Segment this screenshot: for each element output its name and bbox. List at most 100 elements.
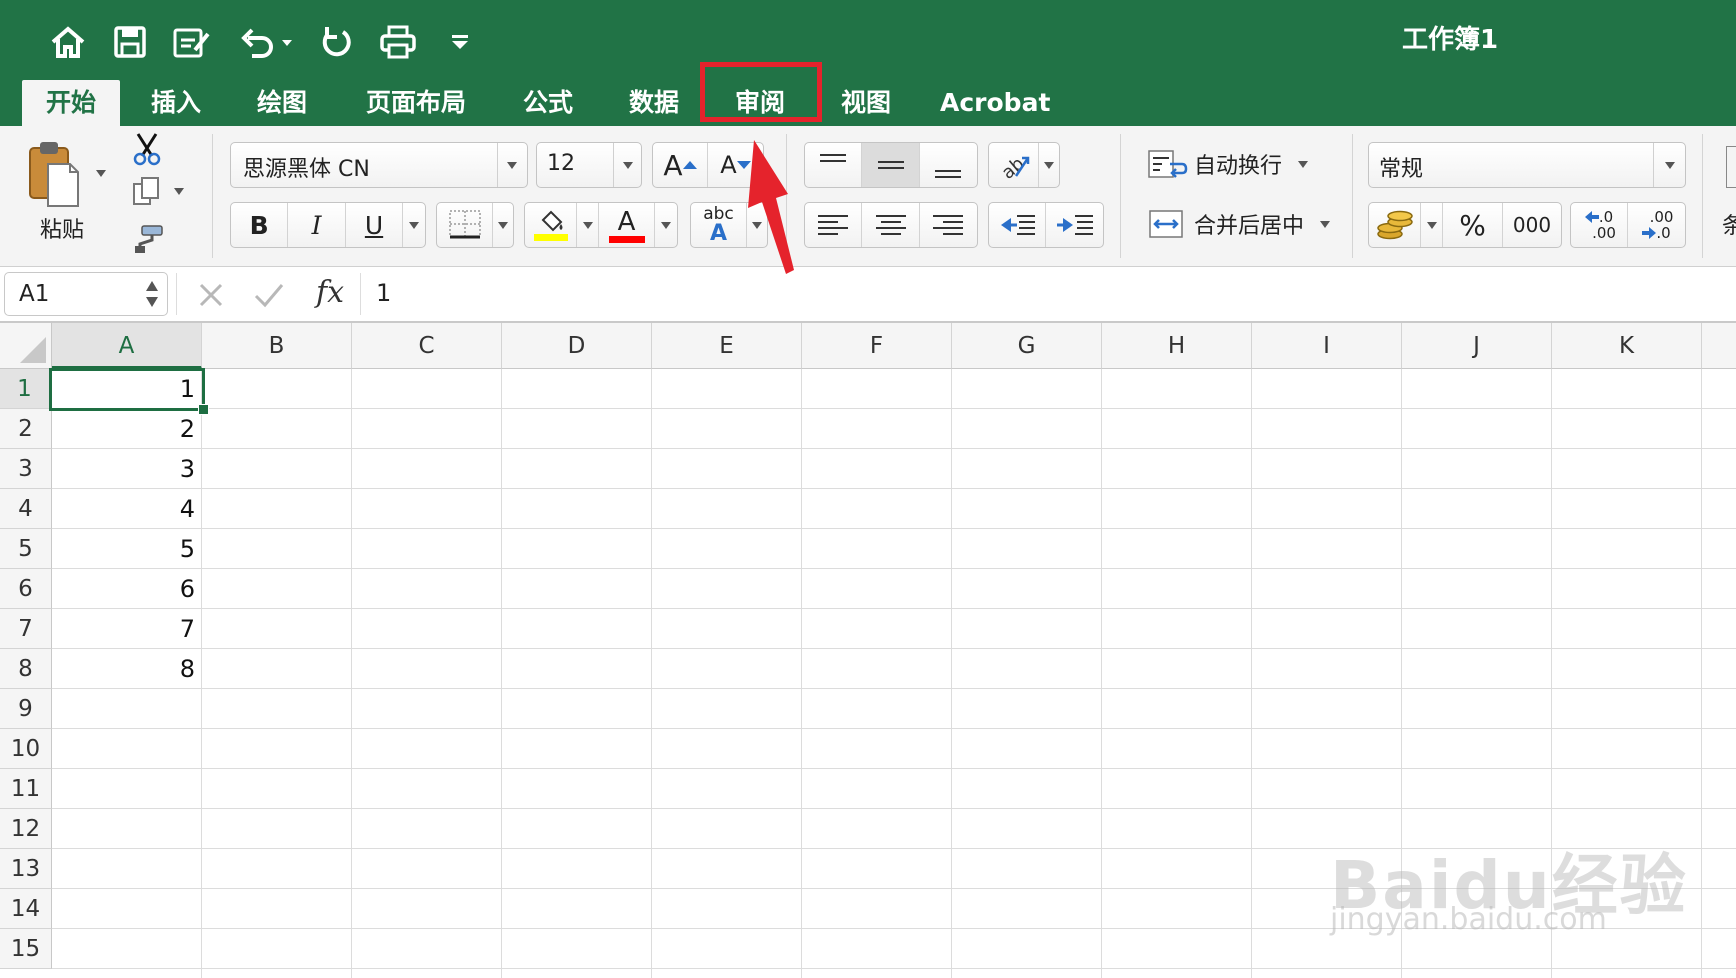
wrap-text-dropdown-icon[interactable] xyxy=(1298,160,1309,168)
font-color-dropdown[interactable] xyxy=(655,203,677,247)
accounting-format-dropdown[interactable] xyxy=(1421,203,1443,247)
increase-decimal-button[interactable]: .0 .00 xyxy=(1571,203,1629,247)
edit-icon[interactable] xyxy=(170,20,214,64)
conditional-format-icon[interactable] xyxy=(1726,146,1736,188)
select-all-button[interactable] xyxy=(0,323,52,369)
title-bar: 工作簿1 开始 插入 绘图 页面布局 公式 数据 审阅 视图 Acrobat xyxy=(0,0,1736,126)
column-header-i[interactable]: I xyxy=(1252,323,1402,369)
tab-insert[interactable]: 插入 xyxy=(136,80,216,126)
number-format-dropdown-icon[interactable] xyxy=(1665,162,1675,169)
column-header-b[interactable]: B xyxy=(202,323,352,369)
borders-dropdown[interactable] xyxy=(493,203,513,247)
customize-icon[interactable] xyxy=(438,20,482,64)
bold-button[interactable]: B xyxy=(231,203,289,247)
font-name-combobox[interactable]: 思源黑体 CN xyxy=(230,142,528,188)
formula-input[interactable]: 1 xyxy=(376,279,391,307)
align-middle-button[interactable] xyxy=(862,143,920,187)
row-header-4[interactable]: 4 xyxy=(0,489,52,529)
column-header-k[interactable]: K xyxy=(1552,323,1702,369)
cancel-icon[interactable] xyxy=(198,282,224,308)
row-header-12[interactable]: 12 xyxy=(0,809,52,849)
decrease-indent-button[interactable] xyxy=(989,203,1047,247)
tab-page-layout[interactable]: 页面布局 xyxy=(356,80,476,126)
fill-color-dropdown[interactable] xyxy=(577,203,599,247)
align-top-button[interactable] xyxy=(805,143,863,187)
column-header-h[interactable]: H xyxy=(1102,323,1252,369)
tab-home[interactable]: 开始 xyxy=(22,80,120,126)
row-header-11[interactable]: 11 xyxy=(0,769,52,809)
row-header-15[interactable]: 15 xyxy=(0,929,52,969)
comma-style-button[interactable]: 000 xyxy=(1503,203,1561,247)
row-header-5[interactable]: 5 xyxy=(0,529,52,569)
merge-center-button[interactable]: 合并后居中 xyxy=(1148,202,1334,246)
accounting-format-button[interactable] xyxy=(1369,203,1421,247)
decrease-decimal-button[interactable]: .00 .0 xyxy=(1628,203,1685,247)
row-header-3[interactable]: 3 xyxy=(0,449,52,489)
orientation-button[interactable]: ab xyxy=(988,142,1060,188)
align-center-button[interactable] xyxy=(862,203,920,247)
borders-button[interactable] xyxy=(436,202,514,248)
row-header-8[interactable]: 8 xyxy=(0,649,52,689)
percent-button[interactable]: % xyxy=(1443,203,1503,247)
underline-dropdown[interactable] xyxy=(403,203,425,247)
number-format-combobox[interactable]: 常规 xyxy=(1368,142,1686,188)
align-bottom-button[interactable] xyxy=(920,143,977,187)
column-header-d[interactable]: D xyxy=(502,323,652,369)
increase-decimal-top: .0 xyxy=(1584,209,1613,225)
underline-button[interactable]: U xyxy=(346,203,404,247)
row-header-14[interactable]: 14 xyxy=(0,889,52,929)
align-right-button[interactable] xyxy=(920,203,977,247)
fill-handle[interactable] xyxy=(198,404,209,415)
save-icon[interactable] xyxy=(108,20,152,64)
align-left-button[interactable] xyxy=(805,203,863,247)
paste-dropdown-icon[interactable] xyxy=(96,170,106,177)
row-header-13[interactable]: 13 xyxy=(0,849,52,889)
merge-center-dropdown-icon[interactable] xyxy=(1320,220,1331,228)
font-name-dropdown-icon[interactable] xyxy=(507,162,517,169)
tab-acrobat[interactable]: Acrobat xyxy=(940,80,1050,126)
paste-label[interactable]: 粘贴 xyxy=(40,212,84,244)
tab-view[interactable]: 视图 xyxy=(826,80,906,126)
tab-data[interactable]: 数据 xyxy=(614,80,694,126)
font-size-dropdown-icon[interactable] xyxy=(623,162,633,169)
tab-formulas[interactable]: 公式 xyxy=(508,80,588,126)
row-header-6[interactable]: 6 xyxy=(0,569,52,609)
row-header-7[interactable]: 7 xyxy=(0,609,52,649)
format-painter-icon[interactable] xyxy=(130,224,164,254)
column-header-e[interactable]: E xyxy=(652,323,802,369)
font-size-combobox[interactable]: 12 xyxy=(536,142,642,188)
home-icon[interactable] xyxy=(46,20,90,64)
column-header-j[interactable]: J xyxy=(1402,323,1552,369)
column-header-c[interactable]: C xyxy=(352,323,502,369)
conditional-format-label[interactable]: 条 xyxy=(1722,208,1736,240)
confirm-icon[interactable] xyxy=(254,282,284,308)
orientation-dropdown[interactable] xyxy=(1039,143,1059,187)
row-header-2[interactable]: 2 xyxy=(0,409,52,449)
copy-dropdown-icon[interactable] xyxy=(174,188,184,195)
fill-color-button[interactable] xyxy=(525,203,577,247)
row-header-1[interactable]: 1 xyxy=(0,369,52,409)
grow-font-button[interactable]: A xyxy=(653,143,709,187)
redo-icon[interactable] xyxy=(314,20,358,64)
undo-icon[interactable] xyxy=(236,20,296,64)
tab-draw[interactable]: 绘图 xyxy=(242,80,322,126)
column-header-f[interactable]: F xyxy=(802,323,952,369)
column-header-l[interactable] xyxy=(1702,323,1736,369)
column-header-a[interactable]: A xyxy=(52,323,202,369)
wrap-text-button[interactable]: 自动换行 xyxy=(1148,142,1320,186)
increase-indent-button[interactable] xyxy=(1046,203,1103,247)
italic-button[interactable]: I xyxy=(288,203,346,247)
column-header-g[interactable]: G xyxy=(952,323,1102,369)
decimal-buttons: .0 .00 .00 .0 xyxy=(1570,202,1686,248)
row-header-9[interactable]: 9 xyxy=(0,689,52,729)
decrease-decimal-bottom: .0 xyxy=(1642,225,1671,241)
paste-icon[interactable] xyxy=(24,138,82,210)
name-box-stepper-icon[interactable] xyxy=(144,279,160,309)
insert-function-icon[interactable]: fx xyxy=(316,275,344,310)
decrease-decimal-top-text: .00 xyxy=(1649,208,1674,226)
copy-icon[interactable] xyxy=(132,176,162,206)
row-header-10[interactable]: 10 xyxy=(0,729,52,769)
cut-icon[interactable] xyxy=(130,132,164,166)
font-color-button[interactable]: A xyxy=(599,203,655,247)
print-icon[interactable] xyxy=(376,20,420,64)
